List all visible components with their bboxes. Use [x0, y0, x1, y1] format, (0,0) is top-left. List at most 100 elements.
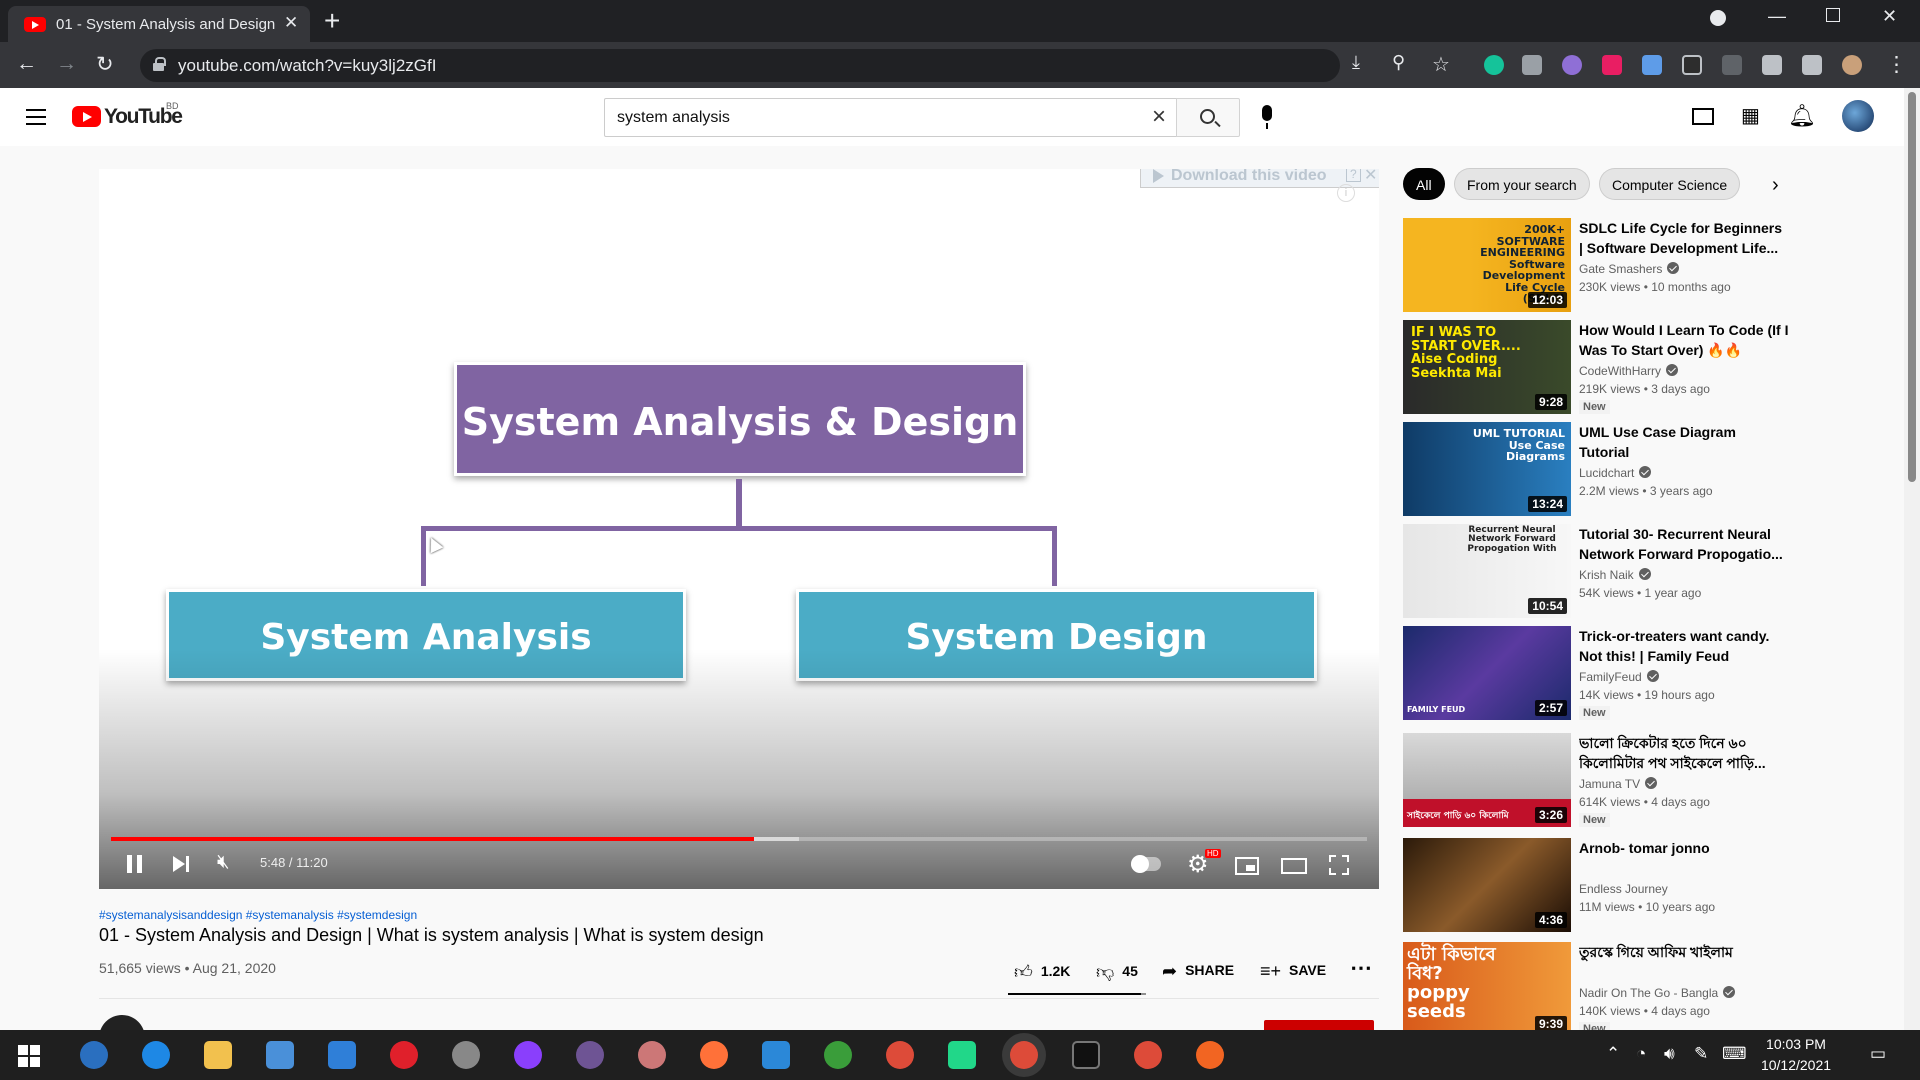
grammarly-extension-icon[interactable]	[1484, 55, 1504, 75]
hamburger-menu-icon[interactable]	[26, 109, 46, 125]
recommended-video-title[interactable]: ভালো ক্রিকেটার হতে দিনে ৬০ কিলোমিটার পথ …	[1579, 733, 1789, 773]
volume-icon[interactable]: 🔊︎	[1664, 1044, 1675, 1064]
video-thumbnail[interactable]: এটা কিভাবে বিধ? poppy seeds 9:39	[1403, 942, 1571, 1036]
video-thumbnail[interactable]: UML TUTORIAL Use Case Diagrams 13:24	[1403, 422, 1571, 516]
bookmark-star-icon[interactable]: ☆	[1432, 52, 1450, 77]
notifications-bell-icon[interactable]: 🔔︎	[1788, 103, 1816, 129]
video-thumbnail[interactable]: সাইকেলে পাড়ি ৬০ কিলোমি 3:26	[1403, 733, 1571, 827]
video-hashtags[interactable]: #systemanalysisanddesign #systemanalysis…	[99, 908, 417, 922]
clock-date[interactable]: 10/12/2021	[1748, 1057, 1844, 1073]
chrome-icon[interactable]	[886, 1041, 914, 1069]
opera-icon[interactable]	[390, 1041, 418, 1069]
address-bar[interactable]: youtube.com/watch?v=kuy3lj2zGfI	[140, 49, 1340, 82]
fullscreen-icon[interactable]	[1329, 855, 1349, 875]
account-avatar[interactable]	[1842, 100, 1874, 132]
channel-name[interactable]: Krish Naik	[1579, 568, 1651, 582]
zoom-icon[interactable]: ⚲	[1392, 52, 1405, 73]
screen-extension-icon[interactable]	[1682, 55, 1702, 75]
recommended-video-title[interactable]: Tutorial 30- Recurrent Neural Network Fo…	[1579, 524, 1789, 564]
qbittorrent-icon[interactable]	[80, 1041, 108, 1069]
recommended-video[interactable]: FAMILY FEUD 2:57 Trick-or-treaters want ca…	[1403, 626, 1903, 722]
info-icon[interactable]: i	[1337, 184, 1355, 202]
chrome-active-icon[interactable]	[1010, 1041, 1038, 1069]
microphone-icon[interactable]	[1262, 105, 1272, 129]
clear-search-icon[interactable]: ×	[1152, 103, 1166, 131]
like-button[interactable]: 👍︎ 1.2K	[1014, 961, 1070, 983]
messenger-icon[interactable]	[514, 1041, 542, 1069]
forward-arrow-icon[interactable]: →	[56, 52, 77, 76]
satellite-app-icon[interactable]	[452, 1041, 480, 1069]
restore-icon[interactable]	[1826, 8, 1840, 22]
recommended-video-title[interactable]: SDLC Life Cycle for Beginners | Software…	[1579, 218, 1789, 258]
terminal-icon[interactable]	[1072, 1041, 1100, 1069]
video-thumbnail[interactable]: IF I WAS TO START OVER.... Aise Coding S…	[1403, 320, 1571, 414]
channel-name[interactable]: Lucidchart	[1579, 466, 1652, 480]
close-window-icon[interactable]: ✕	[1882, 6, 1897, 27]
recommended-video[interactable]: সাইকেলে পাড়ি ৬০ কিলোমি 3:26 ভালো ক্রিকেটা…	[1403, 733, 1903, 829]
mail-icon[interactable]	[328, 1041, 356, 1069]
notification-center-icon[interactable]: ▭	[1870, 1044, 1886, 1064]
back-arrow-icon[interactable]: ←	[16, 52, 37, 76]
video-player[interactable]: System Analysis & Design System Analysis…	[99, 169, 1379, 889]
install-app-icon[interactable]: ⤓	[1352, 52, 1360, 73]
colorful-extension-icon[interactable]	[1562, 55, 1582, 75]
video-thumbnail[interactable]: FAMILY FEUD 2:57	[1403, 626, 1571, 720]
windows-start-icon[interactable]	[18, 1045, 40, 1067]
channel-name[interactable]: CodeWithHarry	[1579, 364, 1679, 378]
play-extension-icon[interactable]	[1602, 55, 1622, 75]
clock-time[interactable]: 10:03 PM	[1748, 1036, 1844, 1052]
postman-icon[interactable]	[1196, 1041, 1224, 1069]
browser-tab[interactable]: 01 - System Analysis and Design ✕	[8, 6, 310, 42]
store-icon[interactable]	[266, 1041, 294, 1069]
profile-avatar-icon[interactable]	[1842, 55, 1862, 75]
globe-app-icon[interactable]	[824, 1041, 852, 1069]
chip-all[interactable]: All	[1403, 168, 1445, 200]
firefox-icon[interactable]	[700, 1041, 728, 1069]
reading-list-icon[interactable]	[1802, 55, 1822, 75]
edge-icon[interactable]	[142, 1041, 170, 1069]
video-thumbnail[interactable]: 200K+ SOFTWARE ENGINEERING Software Deve…	[1403, 218, 1571, 312]
recommended-video[interactable]: IF I WAS TO START OVER.... Aise Coding S…	[1403, 320, 1903, 416]
recommended-video[interactable]: 200K+ SOFTWARE ENGINEERING Software Deve…	[1403, 218, 1903, 314]
recommended-video-title[interactable]: Trick-or-treaters want candy. Not this! …	[1579, 626, 1789, 666]
recommended-video[interactable]: Recurrent Neural Network Forward Propoga…	[1403, 524, 1903, 620]
pen-tray-icon[interactable]: ✎	[1694, 1044, 1708, 1064]
dislike-button[interactable]: 👎︎ 45	[1096, 961, 1138, 983]
channel-name[interactable]: Endless Journey	[1579, 882, 1668, 896]
channel-name[interactable]: Nadir On The Go - Bangla	[1579, 986, 1736, 1000]
search-input[interactable]: system analysis ×	[604, 98, 1177, 137]
new-tab-button[interactable]: +	[324, 5, 340, 37]
wifi-icon[interactable]: ◔	[1636, 1044, 1646, 1064]
pause-button[interactable]	[127, 855, 143, 873]
tab-close-icon[interactable]: ✕	[284, 13, 298, 33]
channel-name[interactable]: Jamuna TV	[1579, 777, 1658, 791]
chrome-profile-icon[interactable]	[1134, 1041, 1162, 1069]
channel-name[interactable]: Gate Smashers	[1579, 262, 1680, 276]
paint-app-icon[interactable]	[638, 1041, 666, 1069]
close-overlay-icon[interactable]: ✕	[1364, 169, 1377, 185]
muted-volume-icon[interactable]: 🔇︎	[217, 851, 230, 874]
page-scrollbar[interactable]	[1904, 88, 1920, 1030]
recommended-video-title[interactable]: How Would I Learn To Code (If I Was To S…	[1579, 320, 1789, 360]
camera-extension-icon[interactable]	[1522, 55, 1542, 75]
video-thumbnail[interactable]: 4:36	[1403, 838, 1571, 932]
chip-from-your-search[interactable]: From your search	[1454, 168, 1590, 200]
video-thumbnail[interactable]: Recurrent Neural Network Forward Propoga…	[1403, 524, 1571, 618]
recommended-video-title[interactable]: তুরস্কে গিয়ে আফিম খাইলাম	[1579, 942, 1789, 962]
apps-grid-icon[interactable]: ▦	[1741, 103, 1760, 128]
autoplay-toggle[interactable]	[1131, 855, 1161, 873]
chip-computer-science[interactable]: Computer Science	[1599, 168, 1741, 200]
recommended-video[interactable]: 4:36 Arnob- tomar jonno Endless Journey 11M…	[1403, 838, 1903, 934]
share-button[interactable]: ➦ SHARE	[1162, 961, 1234, 982]
help-icon[interactable]: ?	[1346, 169, 1361, 182]
theater-mode-icon[interactable]	[1281, 858, 1307, 874]
pycharm-icon[interactable]	[948, 1041, 976, 1069]
progress-bar[interactable]	[111, 837, 1367, 841]
recommended-video-title[interactable]: UML Use Case Diagram Tutorial	[1579, 422, 1789, 462]
download-extension-icon[interactable]	[1642, 55, 1662, 75]
more-actions-icon[interactable]: ⋯	[1350, 955, 1372, 981]
chevron-right-icon[interactable]: ›	[1772, 174, 1779, 197]
scrollbar-thumb[interactable]	[1908, 92, 1916, 482]
create-video-icon[interactable]	[1692, 108, 1714, 125]
reload-icon[interactable]: ↻	[96, 52, 114, 77]
